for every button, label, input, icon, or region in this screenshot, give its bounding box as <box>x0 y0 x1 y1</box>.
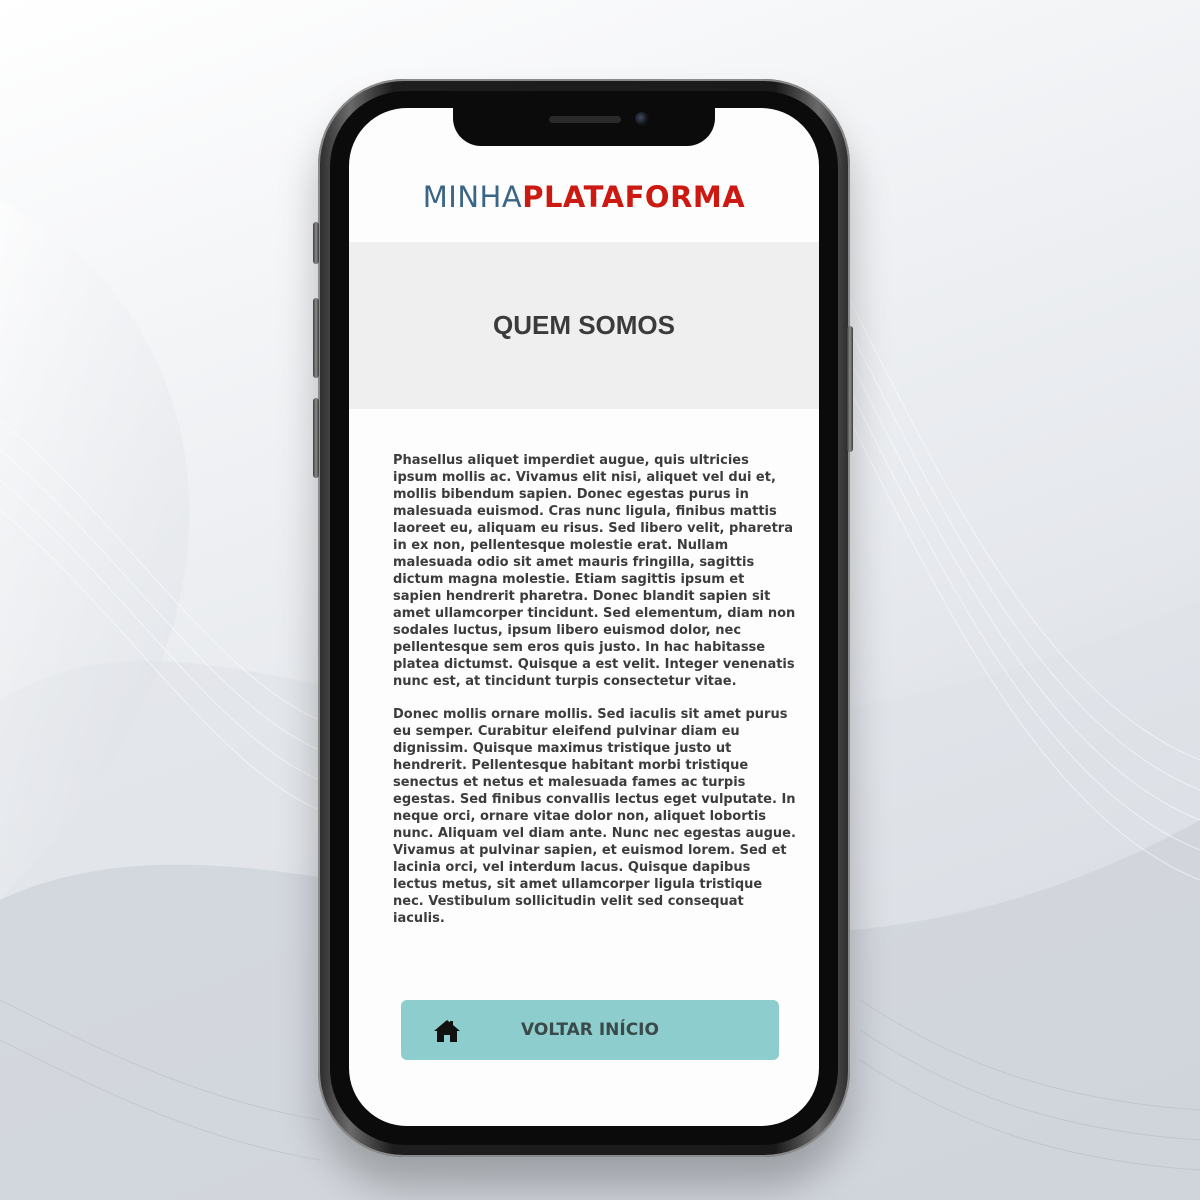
back-home-label: VOLTAR INÍCIO <box>521 1020 659 1040</box>
about-paragraph: Donec mollis ornare mollis. Sed iaculis … <box>393 707 796 926</box>
brand-logo: MINHAPLATAFORMA <box>349 180 819 214</box>
phone-volume-up-button <box>313 298 319 378</box>
phone-power-button <box>847 326 853 452</box>
home-icon <box>434 1020 460 1042</box>
front-camera <box>635 112 649 126</box>
speaker-grille <box>549 116 621 123</box>
back-home-button[interactable]: VOLTAR INÍCIO <box>401 1000 779 1060</box>
brand-logo-part1: MINHA <box>422 180 523 214</box>
about-paragraph: Phasellus aliquet imperdiet augue, quis … <box>393 453 796 689</box>
brand-logo-part2: PLATAFORMA <box>522 180 746 214</box>
about-content: Phasellus aliquet imperdiet augue, quis … <box>393 452 797 943</box>
phone-silent-switch <box>313 222 319 264</box>
hero-banner: QUEM SOMOS <box>349 242 819 409</box>
phone-notch <box>453 108 715 146</box>
phone-volume-down-button <box>313 398 319 478</box>
page-title: QUEM SOMOS <box>492 310 675 340</box>
phone-screen: MINHAPLATAFORMA QUEM SOMOS Phasellus ali… <box>349 108 819 1126</box>
